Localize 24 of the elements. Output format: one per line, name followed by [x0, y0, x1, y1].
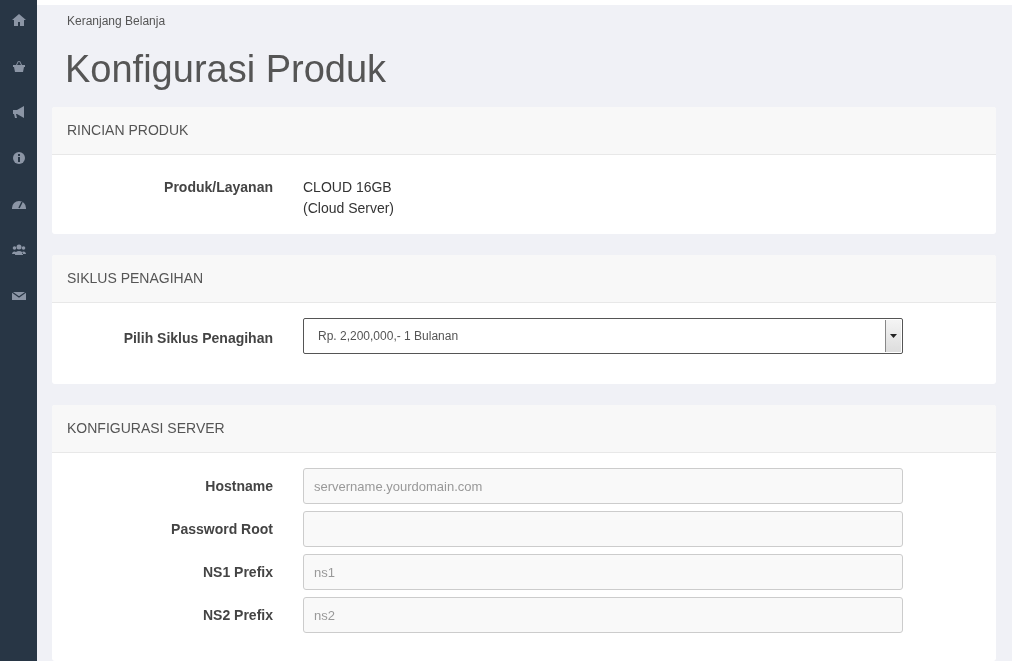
input-field[interactable]: servername.yourdomain.com [303, 468, 903, 504]
panel-heading: RINCIAN PRODUK [52, 107, 996, 155]
billing-cycle-dropdown[interactable]: Rp. 2,200,000,- 1 Bulanan [303, 318, 903, 354]
panel-heading: KONFIGURASI SERVER [52, 405, 996, 453]
input-field[interactable]: ns1 [303, 554, 903, 590]
field-label: Produk/Layanan [163, 178, 274, 197]
breadcrumb[interactable]: Keranjang Belanja [67, 14, 166, 28]
panel-heading: SIKLUS PENAGIHAN [52, 255, 996, 303]
basket-icon[interactable] [11, 59, 26, 73]
caret-icon [890, 334, 897, 338]
field-label: Pilih Siklus Penagihan [122, 329, 274, 348]
envelope-icon[interactable] [11, 289, 26, 303]
input-field[interactable] [303, 511, 903, 547]
field-label: Password Root [170, 520, 274, 539]
page-title: Konfigurasi Produk [65, 47, 388, 91]
megaphone-icon[interactable] [11, 105, 26, 119]
users-icon[interactable] [11, 243, 26, 257]
field-label: NS1 Prefix [201, 563, 274, 582]
input-field[interactable]: ns2 [303, 597, 903, 633]
field-label: Hostname [204, 477, 274, 496]
product-name: CLOUD 16GB (Cloud Server) [303, 178, 395, 218]
home-icon[interactable] [11, 13, 26, 27]
field-label: NS2 Prefix [201, 606, 274, 625]
info-icon[interactable] [11, 151, 26, 165]
